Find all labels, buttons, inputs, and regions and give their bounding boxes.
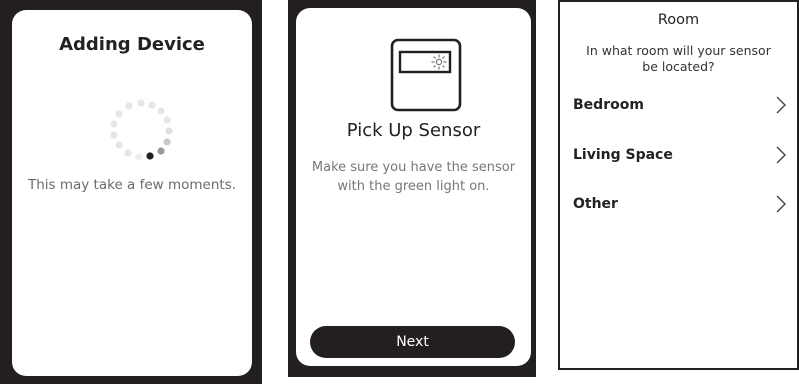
room-option-living-space[interactable]: Living Space bbox=[560, 141, 797, 171]
chevron-right-icon bbox=[776, 195, 786, 213]
question-line-1: In what room will your sensor bbox=[586, 43, 771, 58]
room-option-label: Living Space bbox=[573, 147, 673, 163]
chevron-right-icon bbox=[776, 96, 786, 114]
room-option-other[interactable]: Other bbox=[560, 190, 797, 220]
screen-title: Adding Device bbox=[59, 34, 205, 55]
instruction-message: Make sure you have the sensor with the g… bbox=[304, 158, 523, 196]
room-option-bedroom[interactable]: Bedroom bbox=[560, 91, 797, 121]
room-option-label: Other bbox=[573, 196, 618, 212]
sensor-device-icon bbox=[390, 38, 462, 112]
instruction-line-1: Make sure you have the sensor bbox=[311, 160, 516, 175]
room-selection-screen: Room In what room will your sensor be lo… bbox=[558, 0, 799, 370]
instruction-line-2: with the green light on. bbox=[337, 179, 490, 194]
question-line-2: be located? bbox=[642, 59, 715, 74]
screen-card: Adding Device This may take a few moment… bbox=[12, 10, 252, 376]
room-option-label: Bedroom bbox=[573, 97, 644, 113]
pick-up-sensor-screen: Pick Up Sensor Make sure you have the se… bbox=[288, 0, 536, 377]
loading-spinner-icon bbox=[110, 99, 173, 161]
screen-card: Pick Up Sensor Make sure you have the se… bbox=[296, 8, 531, 366]
screen-title: Pick Up Sensor bbox=[346, 120, 481, 141]
next-button[interactable]: Next bbox=[310, 326, 515, 358]
loading-message: This may take a few moments. bbox=[27, 177, 237, 193]
chevron-right-icon bbox=[776, 146, 786, 164]
room-question: In what room will your sensor be located… bbox=[574, 43, 783, 75]
screen-title: Room bbox=[657, 12, 700, 28]
adding-device-screen: Adding Device This may take a few moment… bbox=[0, 0, 262, 384]
